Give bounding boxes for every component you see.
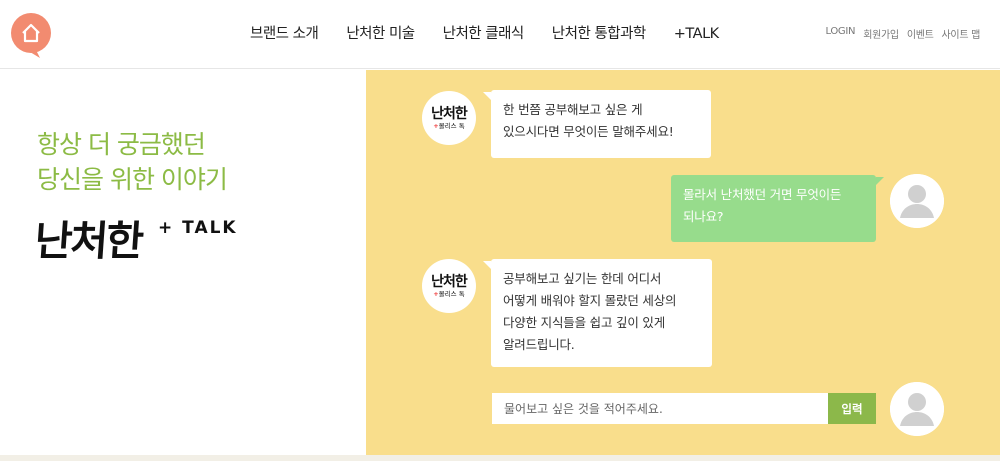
nav-brand-intro[interactable]: 브랜드 소개	[250, 22, 319, 48]
user-silhouette-icon	[890, 174, 944, 228]
brand-avatar-title: 난처한	[431, 105, 468, 122]
nav-classic[interactable]: 난처한 클래식	[443, 22, 525, 48]
brand-logo-word: 난처한	[33, 217, 144, 265]
event-link[interactable]: 이벤트	[907, 26, 934, 41]
site-header: 브랜드 소개 난처한 미술 난처한 클래식 난처한 통합과학 +TALK LOG…	[0, 0, 1000, 69]
sitemap-link[interactable]: 사이트 맵	[942, 26, 981, 41]
utility-links: LOGIN 회원가입 이벤트 사이트 맵	[817, 26, 980, 41]
brand-avatar-title: 난처한	[431, 273, 468, 290]
home-logo-icon[interactable]	[10, 12, 52, 58]
chat-message-brand: 공부해보고 싶기는 한데 어디서 어떻게 배워야 할지 몰랐던 세상의 다양한 …	[483, 259, 712, 367]
brand-avatar: 난처한 +몰리스 톡	[422, 91, 476, 145]
main-nav: 브랜드 소개 난처한 미술 난처한 클래식 난처한 통합과학 +TALK	[250, 22, 747, 48]
brand-logo-talk: + TALK	[158, 218, 238, 238]
nav-science[interactable]: 난처한 통합과학	[552, 22, 647, 48]
nav-art[interactable]: 난처한 미술	[346, 22, 415, 48]
brand-avatar-subtitle: +몰리스 톡	[433, 121, 465, 130]
headline-line-1: 항상 더 궁금했던	[37, 130, 206, 159]
user-avatar	[890, 382, 944, 436]
brand-avatar: 난처한 +몰리스 톡	[422, 259, 476, 313]
chat-message-brand: 한 번쯤 공부해보고 싶은 게 있으시다면 무엇이든 말해주세요!	[483, 90, 711, 158]
signup-link[interactable]: 회원가입	[863, 26, 899, 41]
footer-divider	[0, 455, 1000, 461]
user-silhouette-icon	[890, 382, 944, 436]
hero-headline: 항상 더 궁금했던 당신을 위한 이야기	[37, 127, 228, 197]
user-avatar	[890, 174, 944, 228]
question-input[interactable]	[492, 393, 828, 424]
login-link[interactable]: LOGIN	[825, 26, 855, 41]
nav-talk[interactable]: +TALK	[674, 22, 719, 48]
submit-button[interactable]: 입력	[828, 393, 876, 424]
brand-avatar-subtitle: +몰리스 톡	[433, 289, 465, 298]
question-form: 입력	[492, 393, 876, 424]
chat-message-user: 몰라서 난처했던 거면 무엇이든 되나요?	[671, 175, 884, 242]
headline-line-2: 당신을 위한 이야기	[37, 165, 228, 194]
